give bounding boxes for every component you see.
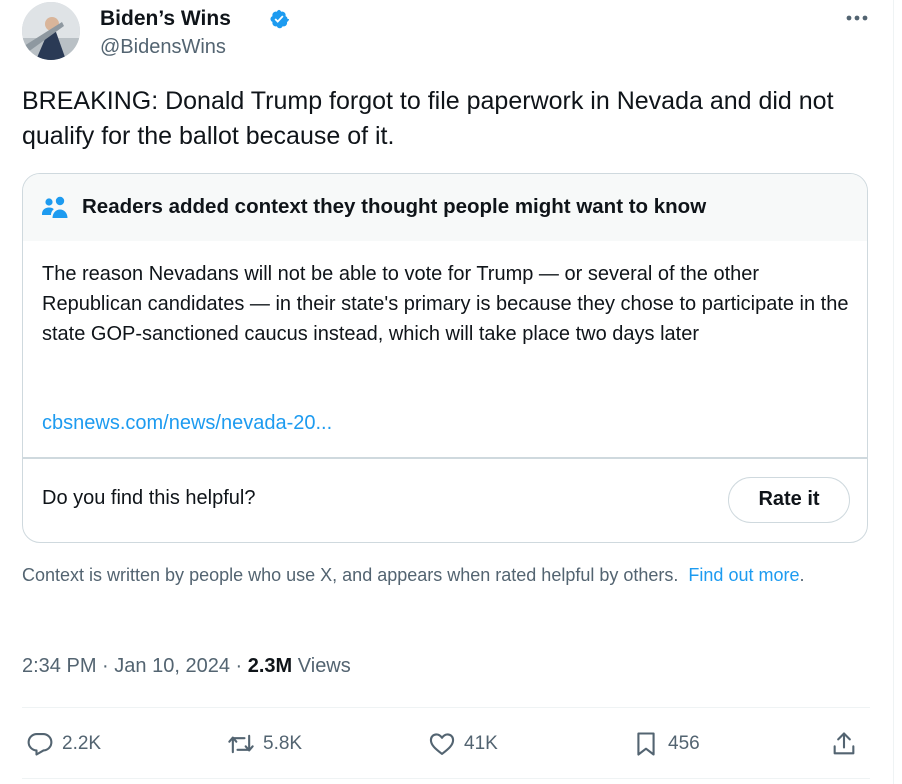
divider [22, 707, 870, 708]
share-icon [833, 732, 855, 755]
repost-count: 5.8K [263, 733, 303, 754]
more-options-icon[interactable] [840, 6, 874, 30]
avatar[interactable] [22, 2, 80, 60]
reply-button[interactable]: 2.2K [26, 722, 101, 766]
verified-badge-icon [270, 9, 289, 29]
reply-count: 2.2K [62, 733, 102, 754]
display-name[interactable]: Biden’s Wins [100, 6, 231, 32]
views-count: 2.3M [247, 655, 293, 677]
context-footer-period: . [799, 565, 805, 585]
community-note-title: Readers added context they thought peopl… [82, 195, 707, 218]
community-note-header: Readers added context they thought peopl… [23, 174, 867, 241]
reply-icon [27, 733, 53, 756]
repost-icon [228, 734, 254, 754]
bookmark-button[interactable]: 456 [632, 722, 700, 766]
views-label: Views [297, 655, 351, 677]
rate-it-button[interactable]: Rate it [728, 477, 850, 523]
like-count: 41K [464, 733, 498, 754]
community-note-source-link[interactable]: cbsnews.com/news/nevada-20... [42, 409, 332, 437]
tweet-header: Biden’s Wins @BidensWins [22, 2, 872, 64]
find-out-more-link[interactable]: Find out more [688, 565, 799, 585]
helpful-question: Do you find this helpful? [42, 487, 256, 509]
meta-separator: · [102, 655, 109, 677]
divider [22, 778, 870, 779]
share-button[interactable] [830, 722, 858, 766]
tweet-meta: 2:34 PM · Jan 10, 2024 · 2.3M Views [22, 652, 351, 680]
community-note: Readers added context they thought peopl… [22, 173, 868, 543]
people-icon [42, 196, 68, 218]
column-border [893, 0, 894, 784]
bookmark-icon [637, 732, 655, 756]
tweet-date[interactable]: Jan 10, 2024 [114, 655, 230, 677]
divider [23, 457, 867, 459]
like-button[interactable]: 41K [428, 722, 498, 766]
tweet-text: BREAKING: Donald Trump forgot to file pa… [22, 87, 834, 150]
repost-button[interactable]: 5.8K [227, 722, 302, 766]
context-footer: Context is written by people who use X, … [22, 563, 872, 588]
action-bar: 2.2K 5.8K 41K 456 [22, 722, 870, 766]
community-note-body: The reason Nevadans will not be able to … [42, 263, 849, 345]
context-footer-text: Context is written by people who use X, … [22, 565, 679, 585]
tweet-time[interactable]: 2:34 PM [22, 655, 96, 677]
bookmark-count: 456 [668, 733, 700, 754]
heart-icon [429, 733, 455, 755]
meta-separator: · [235, 655, 243, 677]
handle[interactable]: @BidensWins [100, 34, 226, 60]
